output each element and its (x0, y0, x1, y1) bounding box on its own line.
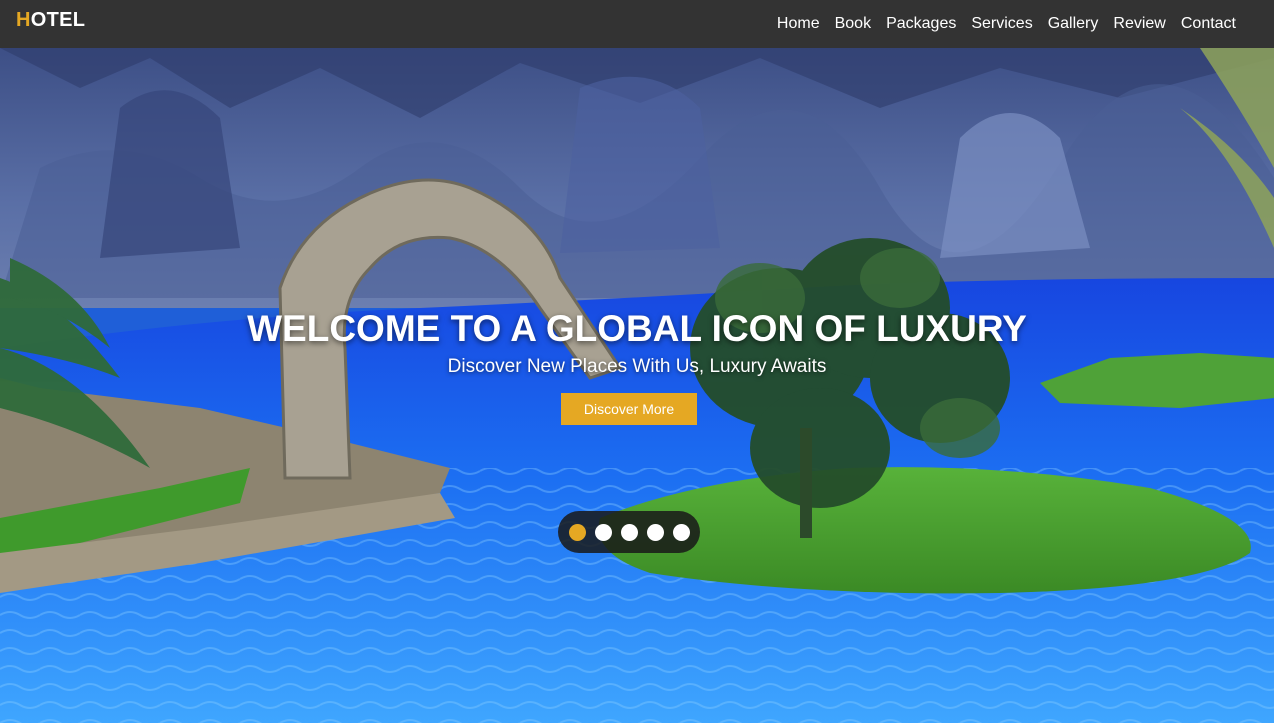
slide-dot-3[interactable] (620, 523, 638, 541)
hero-title: WELCOME TO A GLOBAL ICON OF LUXURY (247, 308, 1027, 349)
nav-link-services[interactable]: Services (971, 14, 1032, 34)
hero-subtitle: Discover New Places With Us, Luxury Awai… (447, 356, 827, 377)
nav-links: Home Book Packages Services Gallery Revi… (777, 0, 1236, 48)
slide-dot-5[interactable] (672, 523, 690, 541)
slide-dot-1[interactable] (568, 523, 586, 541)
slide-dot-4[interactable] (646, 523, 664, 541)
slide-indicator (558, 511, 700, 553)
logo-link[interactable]: HOTEL (16, 9, 85, 32)
discover-more-button[interactable]: Discover More (561, 393, 697, 425)
nav-link-contact[interactable]: Contact (1181, 14, 1236, 34)
hero-background-image (0, 48, 1274, 723)
logo-text: OTEL (30, 9, 86, 31)
nav-link-review[interactable]: Review (1113, 14, 1165, 34)
nav-link-book[interactable]: Book (835, 14, 871, 34)
nav-link-home[interactable]: Home (777, 14, 820, 34)
logo-accent-letter: H (16, 9, 31, 31)
nav-link-packages[interactable]: Packages (886, 14, 956, 34)
nav-link-gallery[interactable]: Gallery (1048, 14, 1099, 34)
navbar: HOTEL Home Book Packages Services Galler… (0, 0, 1274, 48)
hero-section: WELCOME TO A GLOBAL ICON OF LUXURY Disco… (0, 48, 1274, 723)
slide-dot-2[interactable] (594, 523, 612, 541)
